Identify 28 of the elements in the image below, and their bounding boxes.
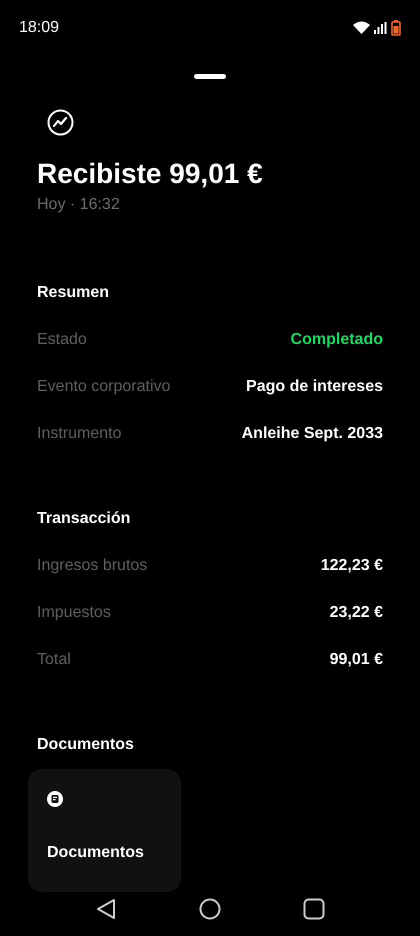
detail-value: 99,01 € <box>330 650 383 668</box>
detail-value: Pago de intereses <box>246 378 383 396</box>
detail-value: Anleihe Sept. 2033 <box>242 424 383 442</box>
status-value: Completado <box>290 330 383 348</box>
home-icon[interactable] <box>199 898 221 920</box>
drag-handle[interactable] <box>194 74 226 79</box>
section-heading: Transacción <box>37 509 132 529</box>
section-heading: Documentos <box>37 735 135 755</box>
clock-time: 18:09 <box>19 18 60 36</box>
transaction-date: Hoy · 16:32 <box>37 196 121 214</box>
document-card[interactable]: Documentos <box>28 769 181 892</box>
recents-icon[interactable] <box>303 898 325 920</box>
detail-label: Ingresos brutos <box>37 556 148 574</box>
wifi-icon <box>353 21 370 34</box>
detail-label: Instrumento <box>37 424 122 442</box>
document-icon <box>47 791 63 807</box>
detail-label: Impuestos <box>37 604 111 622</box>
detail-value: 23,22 € <box>330 604 383 622</box>
signal-icon <box>374 22 387 34</box>
detail-label: Total <box>37 650 71 668</box>
detail-value: 122,23 € <box>320 556 383 574</box>
battery-icon <box>391 20 401 36</box>
transaction-title: Recibiste 99,01 € <box>37 157 264 191</box>
detail-label: Evento corporativo <box>37 378 170 396</box>
trend-chart-icon <box>47 109 74 136</box>
section-heading: Resumen <box>37 283 110 303</box>
back-icon[interactable] <box>95 898 117 920</box>
detail-label: Estado <box>37 330 87 348</box>
